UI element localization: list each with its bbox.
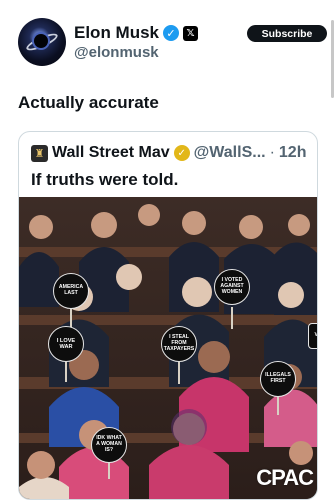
author-name-row: Elon Musk ✓ 𝕏	[74, 23, 199, 43]
protest-sign: AMERICA LAST	[53, 273, 89, 309]
sign-stick	[231, 307, 233, 329]
avatar[interactable]	[18, 18, 66, 66]
cpac-watermark: CPAC	[256, 465, 314, 490]
quoted-photo[interactable]: AMERICA LAST I VOTED AGAINST WOMEN I LOV…	[19, 197, 317, 499]
separator-dot: ·	[269, 144, 275, 161]
quoted-timestamp[interactable]: 12h	[279, 144, 307, 162]
scrollbar[interactable]	[331, 20, 334, 98]
protest-sign: I LOVE WAR	[48, 326, 84, 362]
verified-badge-icon[interactable]: ✓	[163, 25, 180, 41]
sign-stick	[178, 362, 180, 384]
quoted-author-handle[interactable]: @WallS...	[194, 144, 266, 162]
x-logo-icon[interactable]: 𝕏	[183, 25, 199, 41]
quoted-avatar[interactable]: ♜	[31, 144, 48, 162]
tweet-text: Actually accurate	[18, 93, 159, 112]
author-handle[interactable]: @elonmusk	[74, 44, 159, 61]
protest-sign: I STEAL FROM TAXPAYERS	[161, 326, 197, 362]
sign-stick	[277, 397, 279, 415]
avatar-core	[34, 34, 48, 48]
subscribe-button[interactable]: Subscribe	[247, 25, 327, 42]
edge-sign: VE	[308, 323, 317, 349]
quoted-tweet[interactable]: ♜ Wall Street Mav ✓ @WallS... · 12h If t…	[18, 131, 318, 500]
quoted-author-name[interactable]: Wall Street Mav	[52, 144, 170, 162]
quoted-text: If truths were told.	[31, 170, 179, 189]
protest-sign: ILLEGALS FIRST	[260, 361, 296, 397]
sign-stick	[108, 463, 110, 479]
gold-verified-badge-icon: ✓	[173, 145, 190, 161]
quoted-header: ♜ Wall Street Mav ✓ @WallS... · 12h	[31, 144, 306, 162]
protest-sign: I VOTED AGAINST WOMEN	[214, 269, 250, 305]
author-name[interactable]: Elon Musk	[74, 23, 159, 43]
protest-sign: IDK WHAT A WOMAN IS?	[91, 427, 127, 463]
sign-stick	[65, 362, 67, 382]
